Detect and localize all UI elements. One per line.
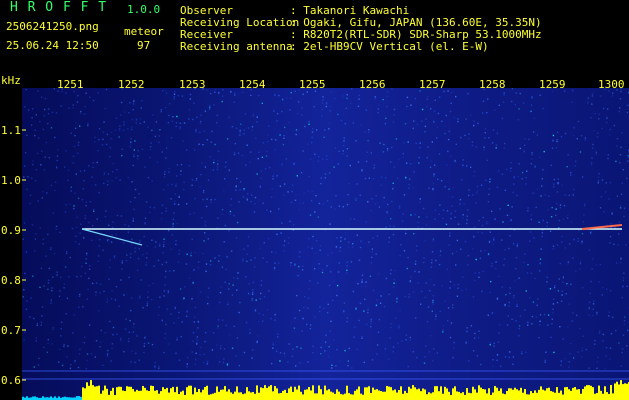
y-tick-label: 1.1 — [1, 124, 21, 137]
app-logo: H R O F F T — [10, 0, 108, 15]
antenna-label: Receiving antenna — [180, 40, 293, 53]
capture-datetime: 25.06.24 12:50 — [6, 39, 99, 52]
y-tick-label: 0.6 — [1, 374, 21, 387]
y-tick-label: 0.7 — [1, 324, 21, 337]
y-tick-label: 1.0 — [1, 174, 21, 187]
y-axis-unit: kHz — [1, 74, 21, 87]
spectrogram[interactable] — [22, 88, 629, 400]
event-count: 97 — [137, 39, 151, 52]
y-tick-label: 0.9 — [1, 224, 21, 237]
app-version: 1.0.0 — [127, 3, 161, 16]
antenna-value: : 2el-HB9CV Vertical (el. E-W) — [290, 40, 489, 53]
header-panel: H R O F F T 1.0.0 2506241250.png meteor … — [0, 0, 629, 73]
image-filename: 2506241250.png — [6, 20, 99, 33]
spectrogram-canvas — [22, 88, 629, 400]
y-tick-label: 0.8 — [1, 274, 21, 287]
event-category: meteor — [124, 25, 164, 38]
